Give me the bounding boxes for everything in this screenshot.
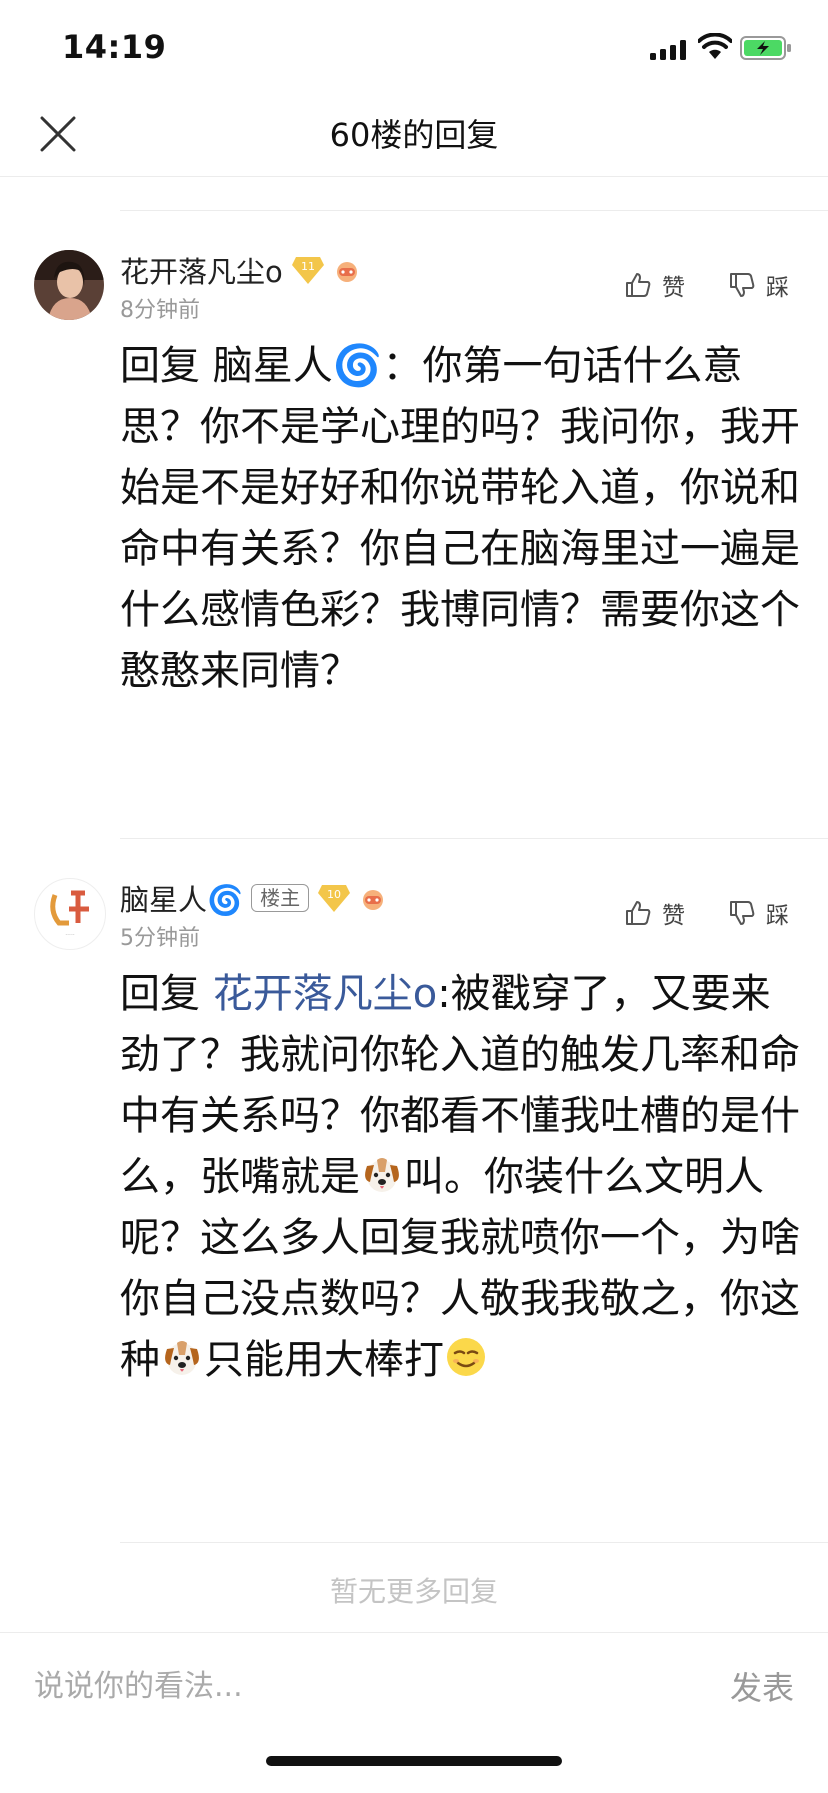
- cyclone-emoji: 🌀: [332, 343, 383, 389]
- thumbs-down-icon: [730, 901, 755, 925]
- svg-text:10: 10: [327, 888, 341, 901]
- mention-link[interactable]: 花开落凡尘o: [213, 971, 437, 1017]
- username-row: 脑星人🌀 楼主 10: [120, 878, 387, 918]
- level-badge-icon: 11: [291, 257, 324, 284]
- dislike-button[interactable]: 踩: [728, 896, 789, 930]
- no-more-replies: 暂无更多回复: [329, 1575, 498, 1608]
- mention-link[interactable]: 脑星人: [213, 343, 333, 389]
- game-badge-icon: [336, 262, 357, 282]
- send-button[interactable]: 发表: [730, 1663, 794, 1709]
- username-row: 花开落凡尘o 11: [120, 250, 361, 290]
- dislike-button[interactable]: 踩: [728, 268, 789, 302]
- status-time: 14:19: [62, 28, 167, 66]
- wifi-icon: [698, 33, 732, 59]
- battery-charging-icon: [740, 36, 791, 60]
- page-title: 60楼的回复: [329, 116, 499, 154]
- thumbs-up-icon: [626, 901, 651, 925]
- svg-text:11: 11: [301, 260, 315, 273]
- level-badge-icon: 10: [318, 885, 351, 912]
- game-badge-icon: [363, 890, 384, 910]
- thumbs-down-icon: [730, 273, 755, 297]
- reply-time: 8分钟前: [120, 298, 200, 323]
- divider: [120, 1542, 828, 1543]
- smug-face-emoji-icon: [447, 1338, 485, 1376]
- dog-face-emoji-icon: [165, 1341, 199, 1375]
- like-button[interactable]: 赞: [624, 268, 685, 302]
- svg-text:·····: ·····: [65, 932, 75, 939]
- reply-text: 回复 花开落凡尘o:被戳穿了，又要来劲了？我就问你轮入道的触发几率和命中有关系吗…: [120, 971, 800, 1383]
- username[interactable]: 脑星人🌀: [120, 877, 243, 919]
- divider: [120, 210, 828, 211]
- status-bar: 14:19: [0, 0, 828, 96]
- avatar[interactable]: [34, 250, 104, 320]
- avatar[interactable]: ·····: [34, 878, 106, 950]
- divider: [120, 838, 828, 839]
- home-indicator: [266, 1756, 562, 1766]
- reply-text: 回复 脑星人🌀：你第一句话什么意思？你不是学心理的吗？我问你，我开始是不是好好和…: [120, 343, 800, 694]
- cellular-signal-icon: [650, 40, 686, 60]
- thumbs-up-icon: [626, 273, 651, 297]
- dog-face-emoji-icon: [365, 1158, 399, 1192]
- like-button[interactable]: 赞: [624, 896, 685, 930]
- nav-bar: 60楼的回复: [0, 96, 828, 177]
- owner-badge: 楼主: [251, 884, 310, 912]
- reply-time: 5分钟前: [120, 926, 200, 951]
- comment-input-bar: 发表: [0, 1632, 828, 1793]
- username[interactable]: 花开落凡尘o: [120, 249, 283, 291]
- comment-input[interactable]: [34, 1661, 594, 1711]
